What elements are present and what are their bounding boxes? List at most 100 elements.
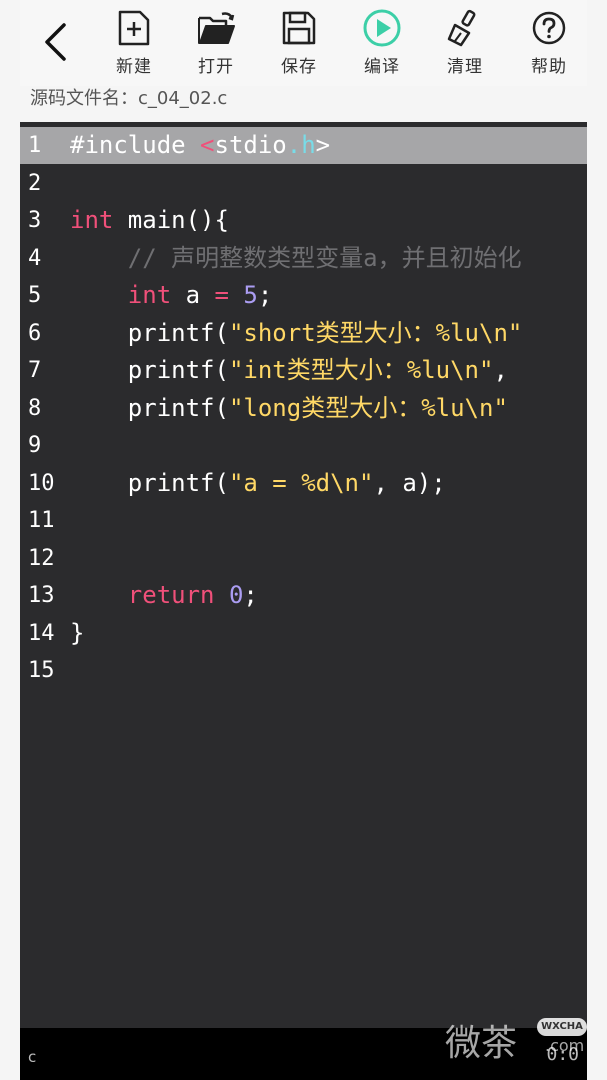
code-line[interactable]: 4 // 声明整数类型变量a，并且初始化 (20, 240, 587, 277)
line-number: 15 (28, 658, 55, 683)
line-number: 3 (28, 208, 42, 233)
clean-button[interactable]: 清理 (429, 8, 501, 78)
code-token: printf( (70, 318, 229, 347)
code-token: a (171, 281, 215, 309)
code-token: int (127, 281, 172, 309)
code-line[interactable]: 5 int a = 5; (20, 277, 587, 314)
status-cursor-position: 0:0 (546, 1044, 579, 1065)
code-editor[interactable]: 1 #include <stdio.h> 2 3 int main(){4 // 声明整… (20, 122, 587, 1028)
line-number: 14 (28, 620, 55, 646)
line-code: return 0; (70, 577, 258, 614)
broom-icon (445, 8, 485, 48)
code-token: printf( (70, 393, 229, 422)
new-button[interactable]: 新建 (98, 8, 170, 78)
line-number: 11 (28, 508, 55, 533)
code-line[interactable]: 9 (20, 427, 587, 464)
clean-button-label: 清理 (447, 57, 483, 77)
status-bar: c 0:0 (20, 1028, 587, 1080)
help-button-label: 帮助 (531, 57, 567, 77)
code-line[interactable]: 12 (20, 540, 587, 577)
open-button-label: 打开 (198, 57, 234, 77)
line-code: int main(){ (70, 202, 229, 239)
help-icon (529, 8, 569, 48)
code-line[interactable]: 3 int main(){ (20, 202, 587, 239)
line-code: #include <stdio.h> (70, 127, 330, 164)
code-line[interactable]: 10 printf("a = %d\n", a); (20, 465, 587, 502)
new-file-icon (114, 8, 154, 48)
filename-value: c_04_02.c (138, 88, 228, 109)
line-number: 7 (28, 358, 42, 383)
line-code: printf("a = %d\n", a); (70, 465, 446, 502)
code-token: "int类型大小：%lu\n" (228, 356, 494, 384)
filename-label: 源码文件名： (30, 88, 138, 109)
open-folder-icon (196, 8, 236, 48)
code-token: #include (70, 131, 201, 159)
help-button[interactable]: 帮助 (513, 8, 585, 78)
chevron-left-icon (45, 23, 66, 61)
code-token: printf( (70, 356, 229, 384)
code-token: 0 (228, 581, 244, 609)
code-line[interactable]: 8 printf("long类型大小：%lu\n" (20, 390, 587, 427)
save-button-label: 保存 (281, 57, 317, 77)
code-token: , a); (373, 468, 446, 497)
new-button-label: 新建 (116, 57, 152, 77)
code-line[interactable]: 7 printf("int类型大小：%lu\n", (20, 352, 587, 389)
code-line[interactable]: 13 return 0; (20, 577, 587, 614)
code-token: ; (243, 581, 258, 609)
line-number: 12 (28, 545, 55, 571)
toolbar: 新建 打开 保存 编译 清理 帮助 (20, 0, 587, 86)
code-line[interactable]: 1 #include <stdio.h> (20, 127, 587, 164)
save-icon (279, 8, 319, 48)
line-number: 9 (28, 433, 42, 458)
code-token: ; (257, 281, 273, 309)
back-button[interactable] (38, 22, 72, 62)
compile-play-icon (362, 8, 402, 48)
line-code: printf("int类型大小：%lu\n", (70, 352, 522, 389)
code-token: stdio (214, 131, 287, 159)
code-token: "short类型大小：%lu\n" (228, 318, 523, 347)
line-number: 2 (28, 170, 42, 196)
line-code: int a = 5; (70, 277, 273, 314)
code-token: , (493, 356, 523, 384)
line-number: 5 (28, 283, 42, 308)
status-language: c (28, 1048, 37, 1066)
line-code: } (70, 615, 84, 652)
open-button[interactable]: 打开 (180, 8, 252, 78)
code-token: h (301, 131, 316, 159)
line-number: 8 (28, 395, 42, 421)
compile-button[interactable]: 编译 (346, 8, 418, 78)
code-line[interactable]: 2 (20, 165, 587, 202)
line-code: // 声明整数类型变量a，并且初始化 (70, 240, 522, 277)
filename-bar: 源码文件名：c_04_02.c (20, 86, 587, 122)
line-code: printf("long类型大小：%lu\n" (70, 390, 508, 427)
code-token: . (286, 131, 302, 159)
code-token: "long类型大小：%lu\n" (228, 393, 508, 422)
line-number: 13 (28, 583, 55, 608)
code-line[interactable]: 11 (20, 502, 587, 539)
code-token: printf( (70, 468, 229, 497)
code-token: main(){ (113, 206, 229, 234)
code-line[interactable]: 6 printf("short类型大小：%lu\n" (20, 315, 587, 352)
code-token: > (315, 131, 331, 159)
code-token: // 声明整数类型变量a，并且初始化 (70, 243, 522, 272)
compile-button-label: 编译 (364, 57, 400, 77)
code-token: int (70, 206, 114, 234)
code-token: < (200, 131, 215, 159)
line-number: 1 (28, 133, 42, 158)
line-number: 4 (28, 245, 42, 271)
line-number: 6 (28, 320, 42, 346)
line-code: printf("short类型大小：%lu\n" (70, 315, 523, 352)
line-number: 10 (28, 470, 55, 496)
code-line[interactable]: 14} (20, 615, 587, 652)
code-token: } (70, 618, 85, 647)
save-button[interactable]: 保存 (263, 8, 335, 78)
code-line[interactable]: 15 (20, 652, 587, 689)
code-token: 5 (243, 281, 258, 309)
code-token: = (214, 281, 229, 309)
code-token: "a = %d\n" (228, 468, 374, 497)
code-token: return (127, 581, 215, 609)
